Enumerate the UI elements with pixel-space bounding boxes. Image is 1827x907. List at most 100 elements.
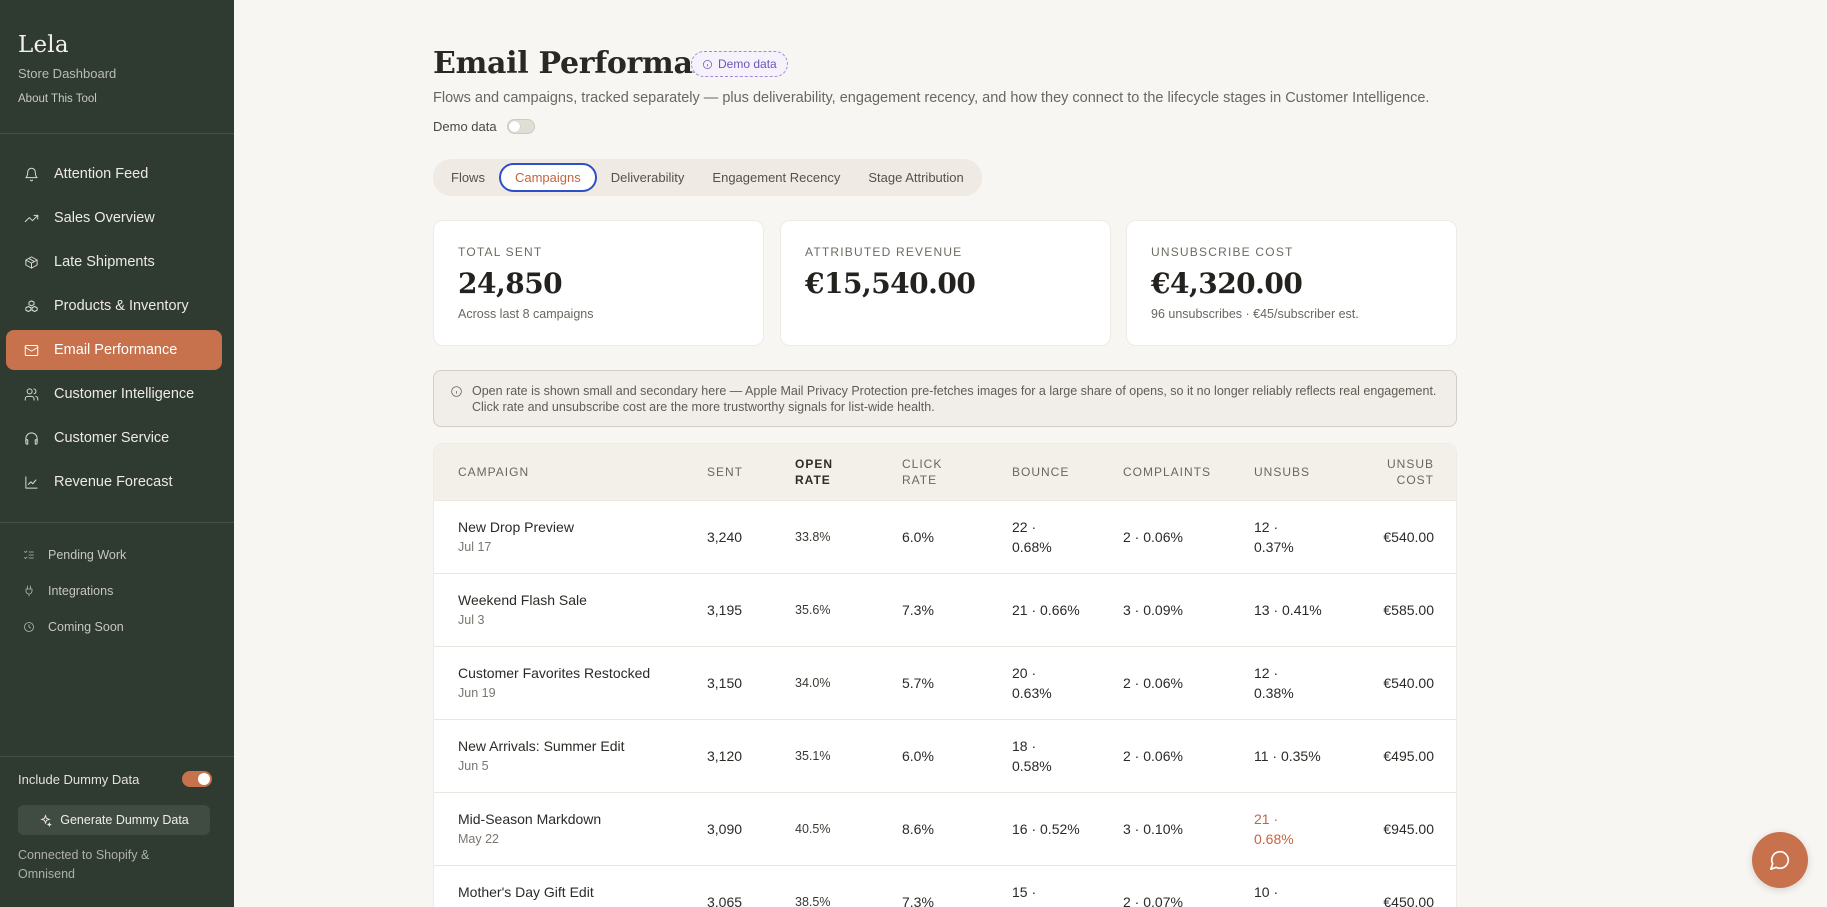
demo-data-toggle[interactable] [506, 119, 535, 134]
cell-unsubs: 11 · 0.35% [1254, 748, 1321, 764]
bell-icon [22, 165, 40, 183]
column-header-complaints[interactable]: COMPLAINTS [1123, 444, 1211, 500]
open-rate-note-text: Open rate is shown small and secondary h… [472, 384, 1437, 414]
cell-complaints: 3 · 0.09% [1123, 602, 1183, 618]
cell-complaints: 2 · 0.07% [1123, 894, 1183, 907]
sidebar-item-label: Products & Inventory [54, 298, 189, 314]
main-content: Email Performance Demo data Flows and ca… [234, 0, 1827, 907]
column-header-open-rate[interactable]: OPEN RATE [795, 444, 833, 500]
page-subtitle: Flows and campaigns, tracked separately … [433, 90, 1430, 106]
sidebar-item-pending-work[interactable]: Pending Work [22, 545, 126, 565]
cell-complaints: 3 · 0.10% [1123, 821, 1183, 837]
sidebar-item-label: Coming Soon [48, 620, 124, 634]
cell-click-rate: 7.3% [902, 894, 934, 907]
sidebar-item-sales-overview[interactable]: Sales Overview [6, 198, 222, 238]
cell-unsub-cost: €495.00 [1383, 748, 1434, 764]
cell-bounce: 15 ·0.49% [1012, 884, 1052, 907]
tab-flows[interactable]: Flows [437, 163, 499, 192]
tab-stage-attribution[interactable]: Stage Attribution [854, 163, 977, 192]
cell-sent: 3,090 [707, 821, 743, 837]
cell-unsubs: 12 · 0.38% [1254, 665, 1294, 701]
cell-click-rate: 7.3% [902, 602, 934, 618]
tab-engagement-recency[interactable]: Engagement Recency [698, 163, 854, 192]
sidebar-divider [0, 522, 234, 523]
table-row[interactable]: Weekend Flash Sale Jul 3 3,195 35.6% 7.3% 21 … [434, 573, 1456, 645]
sidebar-item-late-shipments[interactable]: Late Shipments [6, 242, 222, 282]
table-row[interactable]: Mother's Day Gift EditMay 8 3,065 38.5% 7.3… [434, 865, 1456, 907]
sidebar-item-email-performance[interactable]: Email Performance [6, 330, 222, 370]
column-header-campaign[interactable]: CAMPAIGN [458, 444, 529, 500]
sidebar-item-customer-intelligence[interactable]: Customer Intelligence [6, 374, 222, 414]
table-row[interactable]: New Drop Preview Jul 17 3,240 33.8% 6.0% 22 ·… [434, 500, 1456, 572]
tab-bar: Flows Campaigns Deliverability Engagemen… [433, 159, 982, 196]
table-row[interactable]: New Arrivals: Summer Edit Jun 5 3,120 35.1%… [434, 719, 1456, 791]
cell-open-rate: 35.6% [795, 603, 831, 617]
cell-unsub-cost: €540.00 [1383, 529, 1434, 545]
line-chart-icon [22, 473, 40, 491]
clock-icon [22, 620, 36, 634]
tab-deliverability[interactable]: Deliverability [597, 163, 699, 192]
generate-dummy-data-button[interactable]: Generate Dummy Data [18, 805, 210, 835]
sidebar-item-label: Revenue Forecast [54, 474, 173, 490]
open-rate-note: Open rate is shown small and secondary h… [433, 370, 1457, 427]
kpi-value: €4,320.00 [1151, 267, 1303, 300]
cell-unsub-cost: €585.00 [1383, 602, 1434, 618]
chat-button[interactable] [1752, 832, 1808, 888]
sidebar-item-label: Attention Feed [54, 166, 149, 182]
sidebar-item-coming-soon[interactable]: Coming Soon [22, 617, 124, 637]
cell-unsub-cost: €540.00 [1383, 675, 1434, 691]
cell-bounce: 16 · 0.52% [1012, 821, 1080, 837]
cell-unsub-cost: €450.00 [1383, 894, 1434, 907]
about-link[interactable]: About This Tool [18, 93, 116, 105]
sidebar-divider [0, 756, 234, 757]
include-dummy-data-toggle[interactable] [182, 771, 212, 787]
cell-complaints: 2 · 0.06% [1123, 529, 1183, 545]
tab-campaigns[interactable]: Campaigns [498, 163, 597, 192]
sidebar-item-products-inventory[interactable]: Products & Inventory [6, 286, 222, 326]
kpi-card-unsubscribe-cost: UNSUBSCRIBE COST €4,320.00 96 unsubscrib… [1126, 220, 1457, 346]
cell-bounce: 22 · 0.68% [1012, 519, 1052, 555]
cell-open-rate: 38.5% [795, 895, 831, 907]
sidebar-item-label: Late Shipments [54, 254, 155, 270]
sidebar-item-integrations[interactable]: Integrations [22, 581, 113, 601]
kpi-value: €15,540.00 [805, 267, 976, 300]
demo-data-toggle-label: Demo data [433, 119, 497, 134]
generate-dummy-data-label: Generate Dummy Data [60, 813, 189, 827]
kpi-card-attributed-revenue: ATTRIBUTED REVENUE €15,540.00 [780, 220, 1111, 346]
column-header-unsub-cost[interactable]: UNSUB COST [1354, 444, 1434, 500]
kpi-label: ATTRIBUTED REVENUE [805, 245, 963, 259]
boxes-icon [22, 297, 40, 315]
sidebar-item-attention-feed[interactable]: Attention Feed [6, 154, 222, 194]
brand: Lela Store Dashboard About This Tool [18, 32, 116, 105]
cell-click-rate: 8.6% [902, 821, 934, 837]
sidebar-item-label: Sales Overview [54, 210, 155, 226]
info-icon [451, 386, 462, 397]
cell-unsub-cost: €945.00 [1383, 821, 1434, 837]
cell-complaints: 2 · 0.06% [1123, 748, 1183, 764]
table-row[interactable]: Customer Favorites Restocked Jun 19 3,150 3… [434, 646, 1456, 718]
toggle-knob [198, 773, 210, 785]
sidebar-item-customer-service[interactable]: Customer Service [6, 418, 222, 458]
cell-open-rate: 40.5% [795, 822, 831, 836]
sidebar-item-label: Customer Intelligence [54, 386, 195, 402]
kpi-subtext: 96 unsubscribes · €45/subscriber est. [1151, 307, 1359, 321]
campaigns-table: CAMPAIGN SENT OPEN RATE CLICK RATE BOUNCE … [433, 443, 1457, 907]
column-header-unsubs[interactable]: UNSUBS [1254, 444, 1310, 500]
column-header-sent[interactable]: SENT [707, 444, 743, 500]
cell-campaign: Customer Favorites Restocked Jun 19 [458, 665, 651, 700]
cell-sent: 3,150 [707, 675, 743, 691]
sidebar-item-revenue-forecast[interactable]: Revenue Forecast [6, 462, 222, 502]
kpi-label: TOTAL SENT [458, 245, 543, 259]
cell-sent: 3,195 [707, 602, 743, 618]
brand-name: Lela [18, 32, 69, 58]
brand-subtitle: Store Dashboard [18, 66, 117, 81]
cell-unsubs: 21 · 0.68% [1254, 811, 1294, 847]
table-row[interactable]: Mid-Season Markdown May 22 3,090 40.5% 8.6% 1… [434, 792, 1456, 864]
sidebar-item-label: Email Performance [54, 342, 178, 358]
cell-bounce: 18 · 0.58% [1012, 738, 1052, 774]
cell-unsubs: 10 ·0.33% [1254, 884, 1294, 907]
cell-unsubs: 13 · 0.41% [1254, 602, 1322, 618]
include-dummy-data-label: Include Dummy Data [18, 771, 140, 787]
column-header-click-rate[interactable]: CLICK RATE [902, 444, 942, 500]
column-header-bounce[interactable]: BOUNCE [1012, 444, 1069, 500]
